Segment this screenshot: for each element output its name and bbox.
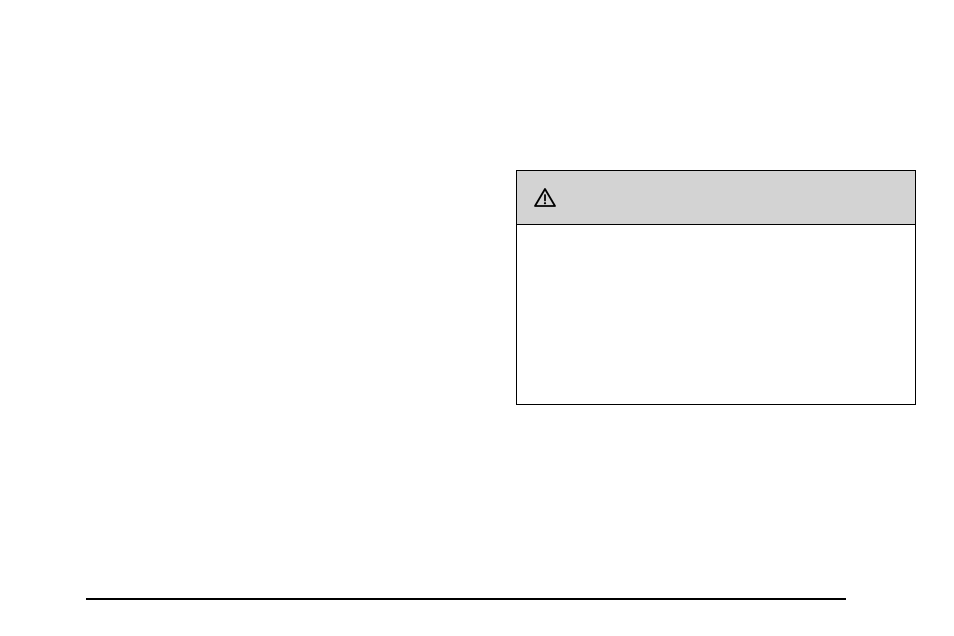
warning-body (517, 225, 915, 249)
page-footer-rule (86, 598, 846, 600)
warning-header (517, 171, 915, 225)
document-page (0, 0, 954, 636)
warning-triangle-icon (533, 186, 557, 210)
warning-callout-box (516, 170, 916, 405)
